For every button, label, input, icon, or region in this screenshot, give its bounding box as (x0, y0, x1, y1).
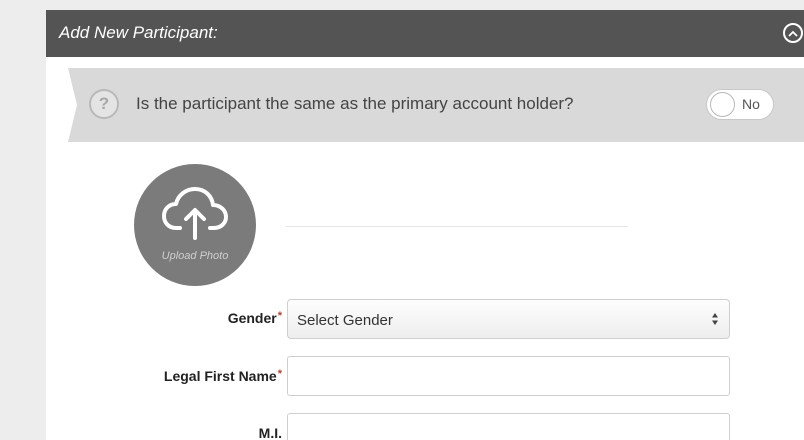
gender-label: Gender* (228, 310, 282, 326)
page: Add New Participant: ? Is the participan… (0, 0, 804, 440)
first-name-label-text: Legal First Name (163, 368, 277, 384)
question-text: Is the participant the same as the prima… (136, 94, 574, 113)
first-name-label: Legal First Name* (164, 368, 282, 384)
collapse-button[interactable] (783, 23, 803, 43)
select-arrows-icon (712, 313, 718, 325)
toggle-label: No (742, 96, 760, 112)
same-as-primary-question: ? Is the participant the same as the pri… (68, 68, 804, 142)
mi-label-text: M.I. (258, 425, 282, 440)
required-mark: * (277, 368, 282, 380)
chevron-up-icon (788, 30, 798, 37)
toggle-knob (710, 92, 735, 117)
panel-header: Add New Participant: (46, 10, 804, 57)
same-as-primary-toggle[interactable]: No (706, 89, 774, 120)
first-name-input[interactable] (287, 356, 730, 396)
gender-select-value: Select Gender (297, 312, 393, 329)
add-participant-panel: Add New Participant: ? Is the participan… (46, 10, 804, 440)
cloud-upload-icon (162, 187, 228, 240)
upload-photo-button[interactable]: Upload Photo (134, 164, 256, 286)
divider (286, 226, 628, 227)
gender-select[interactable]: Select Gender (287, 299, 730, 339)
mi-label: M.I. (259, 425, 282, 440)
required-mark: * (277, 310, 282, 322)
help-icon[interactable]: ? (89, 89, 119, 119)
gender-label-text: Gender (227, 310, 277, 326)
upload-photo-label: Upload Photo (161, 250, 229, 262)
panel-title: Add New Participant: (59, 23, 218, 42)
mi-input[interactable] (287, 413, 730, 440)
